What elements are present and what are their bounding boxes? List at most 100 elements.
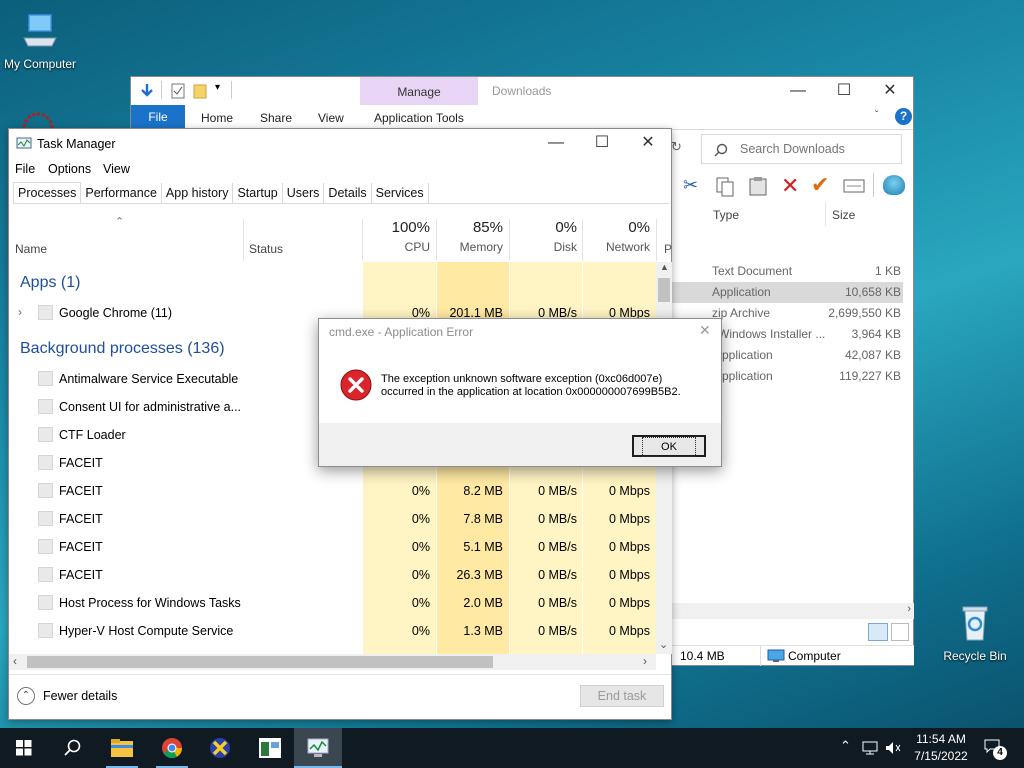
tab-view[interactable]: View [318, 107, 344, 129]
tm-scroll-h-thumb[interactable] [27, 656, 493, 668]
task-manager-taskbar-button[interactable] [294, 728, 342, 768]
manage-tab-header[interactable]: Manage [360, 77, 478, 105]
scroll-down-arrow[interactable]: ⌄ [659, 638, 668, 651]
dialog-close-button[interactable]: ✕ [699, 322, 711, 339]
tab-users[interactable]: Users [283, 183, 325, 204]
tm-maximize-button[interactable]: ☐ [579, 129, 625, 157]
process-net: 0 Mbps [609, 540, 650, 554]
column-divider [362, 219, 363, 261]
tm-horizontal-scrollbar[interactable]: ‹ › [9, 654, 656, 670]
column-header-name[interactable]: Name [15, 242, 47, 256]
chrome-taskbar-button[interactable] [148, 728, 196, 768]
process-row[interactable]: Host Process for Windows Tasks 0% 2.0 MB 0 … [9, 589, 654, 617]
file-row[interactable]: Text Document 1 KB [672, 261, 903, 282]
dialog-title: cmd.exe - Application Error [329, 325, 474, 339]
search-input[interactable] [740, 140, 895, 158]
tm-minimize-button[interactable]: — [533, 129, 579, 157]
copy-icon[interactable] [716, 177, 734, 197]
process-row[interactable]: FACEIT 0% 5.1 MB 0 MB/s 0 Mbps [9, 533, 654, 561]
process-name: Google Chrome (11) [59, 306, 173, 320]
column-header-disk[interactable]: 0% Disk [511, 219, 577, 254]
sort-chevron-icon: ⌃ [115, 216, 125, 228]
column-header-size[interactable]: Size [832, 208, 855, 222]
column-divider [582, 219, 583, 261]
column-header-network[interactable]: 0% Network [584, 219, 650, 254]
quick-access-dropdown-icon[interactable]: ▾ [215, 82, 220, 93]
expand-chevron-icon[interactable]: › [18, 305, 22, 319]
process-disk: 0 MB/s [538, 484, 577, 498]
large-icons-view-button[interactable] [891, 623, 909, 641]
tab-file[interactable]: File [131, 105, 185, 129]
help-icon[interactable]: ? [895, 108, 912, 125]
new-folder-icon[interactable] [193, 83, 209, 99]
search-box[interactable] [701, 134, 902, 164]
tab-performance[interactable]: Performance [81, 183, 162, 204]
tray-overflow-icon[interactable]: ⌃ [840, 738, 851, 754]
tm-close-button[interactable]: ✕ [625, 129, 671, 157]
refresh-icon[interactable]: ↻ [671, 139, 682, 155]
tm-scroll-left-arrow[interactable]: ‹ [13, 654, 17, 668]
process-row[interactable]: Hyper-V Host Compute Service 0% 1.3 MB 0 MB… [9, 617, 654, 645]
menu-view[interactable]: View [103, 162, 130, 176]
ok-button[interactable]: OK [632, 435, 706, 457]
checkmark-icon[interactable]: ✔ [811, 172, 829, 198]
scroll-right-arrow[interactable]: › [907, 603, 911, 615]
network-icon[interactable] [862, 741, 878, 755]
tab-services[interactable]: Services [372, 183, 429, 204]
tab-share[interactable]: Share [260, 107, 292, 129]
scroll-thumb[interactable] [658, 278, 670, 302]
start-button[interactable] [0, 728, 48, 768]
process-row[interactable]: FACEIT 0% 7.8 MB 0 MB/s 0 Mbps [9, 505, 654, 533]
file-explorer-taskbar-button[interactable] [98, 728, 146, 768]
monitor-icon [767, 649, 785, 662]
xbox-taskbar-button[interactable] [196, 728, 244, 768]
my-computer-desktop-icon[interactable]: My Computer [0, 10, 80, 71]
process-name: Antimalware Service Executable [59, 372, 239, 386]
end-task-button[interactable]: End task [580, 685, 664, 707]
process-row[interactable]: FACEIT 0% 8.2 MB 0 MB/s 0 Mbps [9, 477, 654, 505]
column-header-type[interactable]: Type [713, 208, 739, 222]
close-button[interactable]: ✕ [867, 77, 913, 105]
file-size: 10,658 KB [844, 285, 901, 299]
file-row[interactable]: Application 10,658 KB [672, 282, 903, 303]
scroll-up-arrow[interactable]: ▲ [660, 262, 669, 272]
tab-startup[interactable]: Startup [233, 183, 283, 204]
tab-home[interactable]: Home [201, 107, 233, 129]
tab-app-history[interactable]: App history [162, 183, 234, 204]
rename-icon[interactable] [843, 179, 865, 193]
search-icon [64, 739, 81, 756]
tm-scroll-right-arrow[interactable]: › [643, 654, 647, 668]
process-icon [38, 399, 53, 414]
action-center-button[interactable]: 4 [982, 736, 1008, 760]
fewer-details-label: Fewer details [43, 689, 118, 703]
details-view-button[interactable] [868, 623, 888, 641]
menu-options[interactable]: Options [48, 162, 91, 176]
tab-details[interactable]: Details [324, 183, 372, 204]
minimize-button[interactable]: — [775, 77, 821, 105]
search-taskbar-button[interactable] [48, 728, 96, 768]
app-taskbar-button[interactable] [246, 728, 294, 768]
column-header-cpu[interactable]: 100% CPU [364, 219, 430, 254]
process-row[interactable]: FACEIT 0% 26.3 MB 0 MB/s 0 Mbps [9, 561, 654, 589]
menu-file[interactable]: File [15, 162, 35, 176]
clock[interactable]: 11:54 AM 7/15/2022 [906, 731, 976, 765]
cut-icon[interactable]: ✂ [683, 175, 698, 196]
tab-application-tools[interactable]: Application Tools [374, 107, 464, 129]
download-arrow-icon[interactable] [139, 83, 155, 99]
properties-icon[interactable] [171, 83, 185, 99]
delete-icon[interactable]: ✕ [781, 173, 799, 199]
recycle-bin-desktop-icon[interactable]: Recycle Bin [935, 602, 1015, 663]
column-header-status[interactable]: Status [249, 242, 283, 256]
process-cpu: 0% [411, 512, 430, 526]
volume-icon[interactable] [885, 741, 901, 755]
paste-icon[interactable] [749, 176, 767, 196]
column-header-power[interactable]: P [664, 242, 672, 256]
ribbon-collapse-icon[interactable]: ˇ [875, 110, 878, 121]
tab-processes[interactable]: Processes [13, 182, 82, 203]
background-section-header: Background processes (136) [20, 340, 225, 357]
maximize-button[interactable]: ☐ [821, 77, 867, 105]
shell-icon[interactable] [883, 175, 905, 195]
horizontal-scrollbar[interactable]: › [672, 603, 914, 619]
column-header-memory[interactable]: 85% Memory [439, 219, 503, 254]
column-divider [509, 219, 510, 261]
